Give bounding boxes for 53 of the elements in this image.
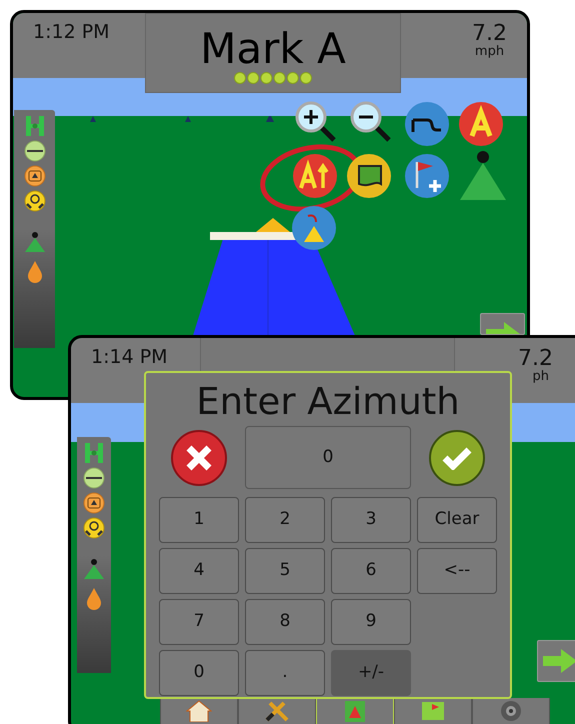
map-icon xyxy=(420,700,446,722)
keypad-key[interactable]: 4 xyxy=(159,548,239,594)
drop-icon[interactable] xyxy=(86,588,102,610)
zoom-in-icon[interactable] xyxy=(294,100,338,144)
mode-title: Mark A xyxy=(200,28,346,70)
steering-icon[interactable] xyxy=(83,517,105,539)
keypad-key[interactable]: 7 xyxy=(159,599,239,645)
keypad-key[interactable]: 9 xyxy=(331,599,411,645)
keypad-key[interactable]: 3 xyxy=(331,497,411,543)
keypad-key[interactable]: Clear xyxy=(417,497,497,543)
keypad-key[interactable]: 0 xyxy=(159,650,239,696)
drop-icon[interactable] xyxy=(26,261,42,283)
speed-unit: ph xyxy=(532,370,549,383)
keypad-key[interactable]: 2 xyxy=(245,497,325,543)
width-icon[interactable] xyxy=(24,140,46,162)
dialog-title: Enter Azimuth xyxy=(196,383,460,420)
clock-time: 1:12 PM xyxy=(33,23,110,42)
close-icon xyxy=(185,444,213,472)
zoom-out-icon[interactable] xyxy=(349,100,393,144)
nav-tab[interactable] xyxy=(472,698,550,724)
arrow-right-icon xyxy=(542,649,575,673)
curve-icon[interactable] xyxy=(405,102,449,146)
speed-value: 7.2 xyxy=(518,348,553,370)
signal-lights-icon xyxy=(233,72,313,84)
section-icon[interactable] xyxy=(83,492,105,514)
check-icon xyxy=(442,446,472,470)
guidance-icon xyxy=(342,700,368,722)
keypad-key[interactable]: <-- xyxy=(417,548,497,594)
keypad-key[interactable]: 8 xyxy=(245,599,325,645)
nav-tab[interactable] xyxy=(394,698,472,724)
section-icon[interactable] xyxy=(24,165,46,187)
speed-value: 7.2 xyxy=(472,23,507,45)
vehicle-icon[interactable] xyxy=(460,150,506,200)
add-flag-icon[interactable] xyxy=(405,154,449,198)
value-field[interactable]: 0 xyxy=(245,426,411,489)
pivot-icon[interactable] xyxy=(292,206,336,250)
steering-icon[interactable] xyxy=(24,190,46,212)
speed-unit: mph xyxy=(474,45,504,58)
keypad-key[interactable]: 1 xyxy=(159,497,239,543)
mark-a-icon[interactable] xyxy=(459,102,503,146)
width-icon[interactable] xyxy=(83,467,105,489)
keypad-key[interactable]: 6 xyxy=(331,548,411,594)
boundary-icon[interactable] xyxy=(347,154,391,198)
home-icon xyxy=(186,700,212,722)
gauge-icon xyxy=(498,700,524,722)
keypad-key[interactable]: +/- xyxy=(331,650,411,696)
keypad-key[interactable]: . xyxy=(245,650,325,696)
tools-icon xyxy=(264,700,290,722)
nav-tab[interactable] xyxy=(160,698,238,724)
arrow-right-icon xyxy=(486,322,520,334)
keypad-key[interactable]: 5 xyxy=(245,548,325,594)
clock-time: 1:14 PM xyxy=(91,348,168,367)
nav-tab[interactable] xyxy=(238,698,316,724)
